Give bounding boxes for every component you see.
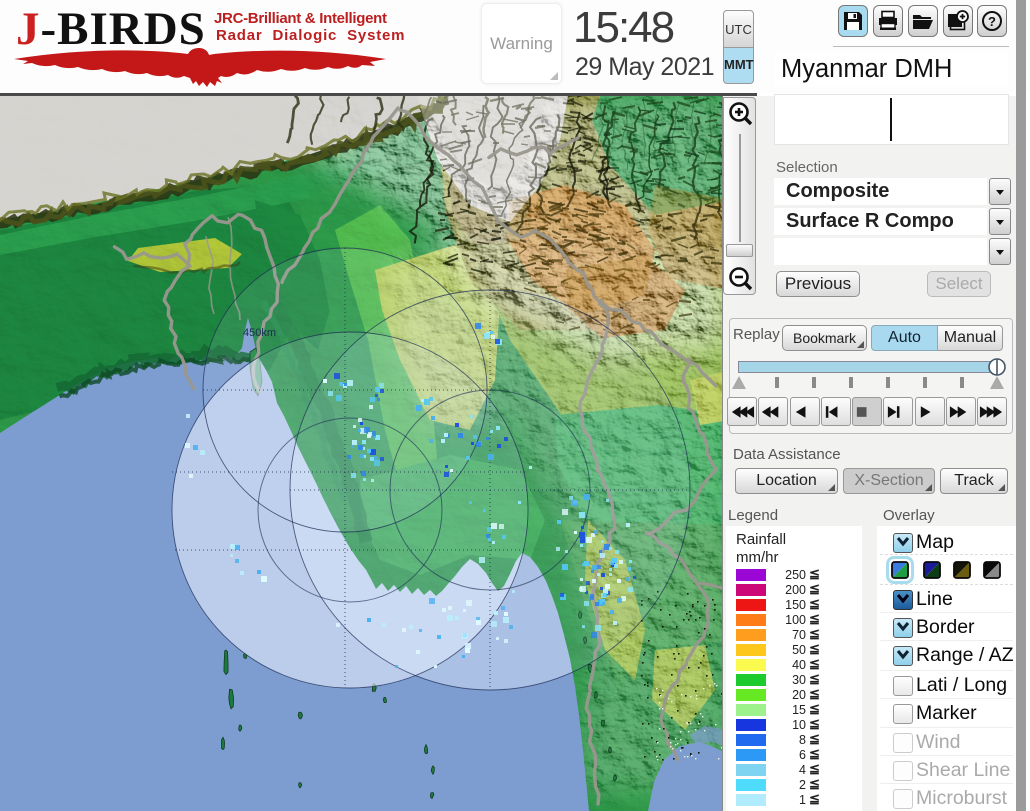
svg-text:450km: 450km xyxy=(243,327,276,339)
svg-text:?: ? xyxy=(988,14,996,29)
